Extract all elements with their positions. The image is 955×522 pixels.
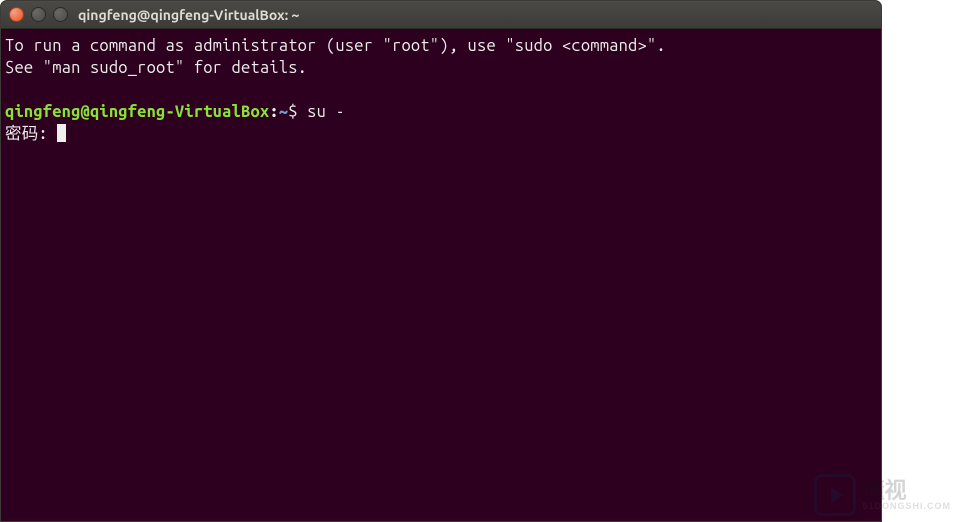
window-title: qingfeng@qingfeng-VirtualBox: ~	[78, 7, 299, 23]
motd-line-1: To run a command as administrator (user …	[5, 37, 666, 55]
cursor	[57, 124, 66, 142]
minimize-button[interactable]	[31, 7, 46, 22]
prompt-suffix: $	[288, 103, 307, 121]
window-controls	[9, 7, 68, 22]
terminal-window: qingfeng@qingfeng-VirtualBox: ~ To run a…	[0, 0, 882, 522]
motd-line-2: See "man sudo_root" for details.	[5, 59, 307, 77]
prompt-path: ~	[279, 103, 288, 121]
maximize-button[interactable]	[53, 7, 68, 22]
prompt-colon: :	[269, 103, 278, 121]
window-titlebar[interactable]: qingfeng@qingfeng-VirtualBox: ~	[1, 1, 881, 29]
password-prompt: 密码:	[5, 125, 57, 143]
entered-command: su -	[307, 103, 345, 121]
close-button[interactable]	[9, 7, 24, 22]
prompt-user-host: qingfeng@qingfeng-VirtualBox	[5, 103, 269, 121]
terminal-body[interactable]: To run a command as administrator (user …	[1, 29, 881, 151]
